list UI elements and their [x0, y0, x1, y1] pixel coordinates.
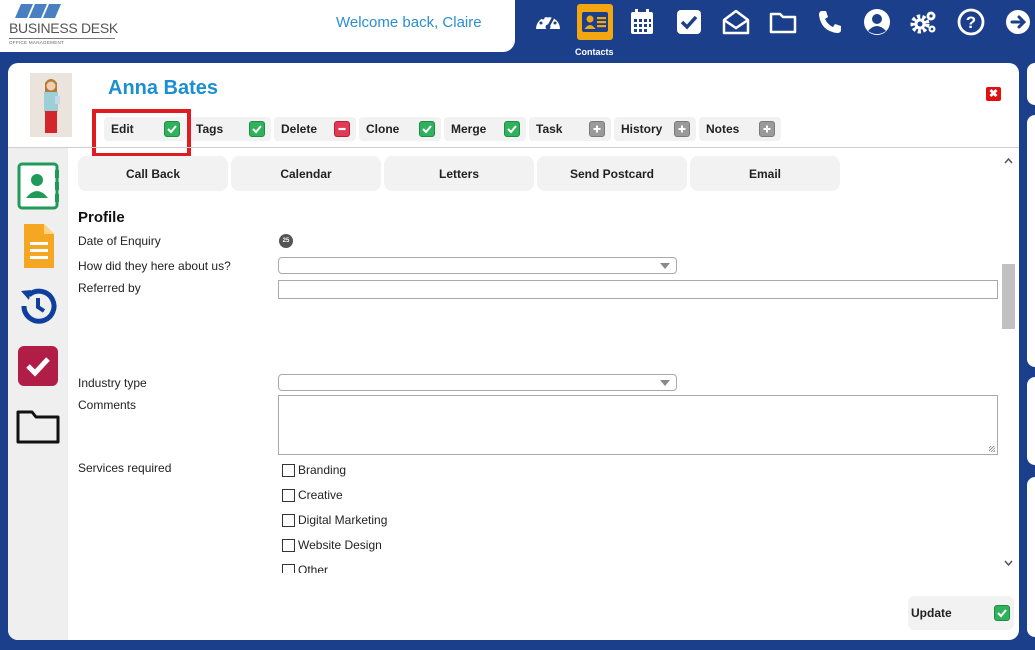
profile-form: Profile Date of Enquiry 25 How did they …	[78, 205, 1000, 573]
settings-icon[interactable]	[906, 4, 942, 40]
contacts-icon[interactable]	[577, 4, 613, 40]
logout-icon[interactable]	[1000, 4, 1035, 40]
heard-about-label: How did they here about us?	[78, 259, 231, 273]
left-sidebar	[8, 148, 68, 640]
heard-about-select[interactable]	[278, 257, 677, 274]
header-divider	[8, 147, 1019, 148]
digital-marketing-label: Digital Marketing	[298, 513, 388, 527]
letters-button[interactable]: Letters	[384, 156, 534, 191]
section-title: Profile	[78, 209, 125, 226]
contact-panel: Anna Bates ✖ Edit Tags Delete Clone Merg…	[8, 63, 1019, 640]
scroll-up-icon[interactable]	[1004, 157, 1013, 166]
svg-text:?: ?	[966, 13, 976, 32]
history-button[interactable]: History	[614, 117, 696, 141]
document-icon[interactable]	[16, 222, 60, 270]
brand-name: BUSINESS DESK	[9, 20, 118, 36]
side-panel-edge	[1027, 377, 1035, 465]
welcome-message: Welcome back, Claire	[336, 14, 482, 31]
brand-logo[interactable]: BUSINESS DESK OFFICE MANAGEMENT	[9, 4, 119, 45]
clone-label: Clone	[366, 122, 400, 136]
user-icon[interactable]	[859, 4, 895, 40]
date-picker-icon[interactable]: 25	[279, 234, 293, 248]
dashboard-icon[interactable]	[530, 4, 566, 40]
task-label: Task	[536, 122, 563, 136]
branding-label: Branding	[298, 463, 347, 477]
industry-type-select[interactable]	[278, 374, 677, 391]
phone-icon[interactable]	[812, 4, 848, 40]
calendar-icon[interactable]	[624, 4, 660, 40]
form-scrollbar[interactable]	[1000, 155, 1017, 575]
industry-type-label: Industry type	[78, 376, 147, 390]
side-panel-edge	[1027, 115, 1035, 367]
close-button[interactable]: ✖	[986, 87, 1001, 101]
side-panel-edge	[1027, 63, 1035, 105]
digital-marketing-checkbox[interactable]	[282, 514, 295, 527]
resize-grip-icon[interactable]	[989, 446, 995, 452]
update-label: Update	[911, 606, 952, 620]
tags-button[interactable]: Tags	[189, 117, 271, 141]
logo-stripes-icon	[15, 4, 61, 18]
logo-underline	[9, 38, 115, 39]
calendar-button[interactable]: Calendar	[231, 156, 381, 191]
folder-icon[interactable]	[16, 402, 60, 450]
referred-by-field[interactable]	[278, 280, 998, 299]
tasks-icon[interactable]	[671, 4, 707, 40]
creative-label: Creative	[298, 488, 343, 502]
history-icon[interactable]	[16, 282, 60, 330]
history-label: History	[621, 122, 663, 136]
help-icon[interactable]: ?	[953, 4, 989, 40]
notes-button[interactable]: Notes	[699, 117, 781, 141]
brand-area: BUSINESS DESK OFFICE MANAGEMENT Welcome …	[0, 0, 515, 52]
services-label: Services required	[78, 461, 172, 475]
avatar[interactable]	[30, 73, 72, 137]
folder-icon[interactable]	[765, 4, 801, 40]
website-design-label: Website Design	[298, 538, 382, 552]
creative-checkbox[interactable]	[282, 489, 295, 502]
minus-icon	[334, 121, 350, 137]
active-nav-label: Contacts	[575, 47, 614, 57]
email-button[interactable]: Email	[690, 156, 840, 191]
send-postcard-button[interactable]: Send Postcard	[537, 156, 687, 191]
merge-button[interactable]: Merge	[444, 117, 526, 141]
task-button[interactable]: Task	[529, 117, 611, 141]
website-design-checkbox[interactable]	[282, 539, 295, 552]
date-of-enquiry-label: Date of Enquiry	[78, 234, 161, 248]
other-label: Other	[298, 563, 329, 573]
branding-checkbox[interactable]	[282, 464, 295, 477]
check-icon	[994, 605, 1010, 621]
checkbox-icon[interactable]	[16, 342, 60, 390]
other-checkbox[interactable]	[282, 564, 295, 573]
tags-label: Tags	[196, 122, 224, 136]
plus-icon	[589, 121, 605, 137]
notes-label: Notes	[706, 122, 740, 136]
plus-icon	[674, 121, 690, 137]
plus-icon	[759, 121, 775, 137]
comments-field[interactable]	[278, 395, 998, 455]
check-icon	[249, 121, 265, 137]
brand-tagline: OFFICE MANAGEMENT	[9, 40, 65, 45]
top-bar: BUSINESS DESK OFFICE MANAGEMENT Welcome …	[0, 0, 1035, 57]
delete-button[interactable]: Delete	[274, 117, 356, 141]
update-button[interactable]: Update	[908, 596, 1014, 630]
check-icon	[504, 121, 520, 137]
merge-label: Merge	[451, 122, 487, 136]
delete-label: Delete	[281, 122, 318, 136]
check-icon	[419, 121, 435, 137]
edit-button[interactable]: Edit	[104, 117, 186, 141]
check-icon	[164, 121, 180, 137]
scroll-thumb[interactable]	[1002, 264, 1015, 329]
contact-name: Anna Bates	[108, 77, 219, 99]
scroll-down-icon[interactable]	[1004, 558, 1013, 567]
comments-label: Comments	[78, 398, 137, 412]
side-panel-edge	[1027, 477, 1035, 637]
referred-by-label: Referred by	[78, 281, 141, 295]
contact-card-icon[interactable]	[16, 162, 60, 210]
edit-label: Edit	[111, 122, 134, 136]
call-back-button[interactable]: Call Back	[78, 156, 228, 191]
mail-icon[interactable]	[718, 4, 754, 40]
clone-button[interactable]: Clone	[359, 117, 441, 141]
